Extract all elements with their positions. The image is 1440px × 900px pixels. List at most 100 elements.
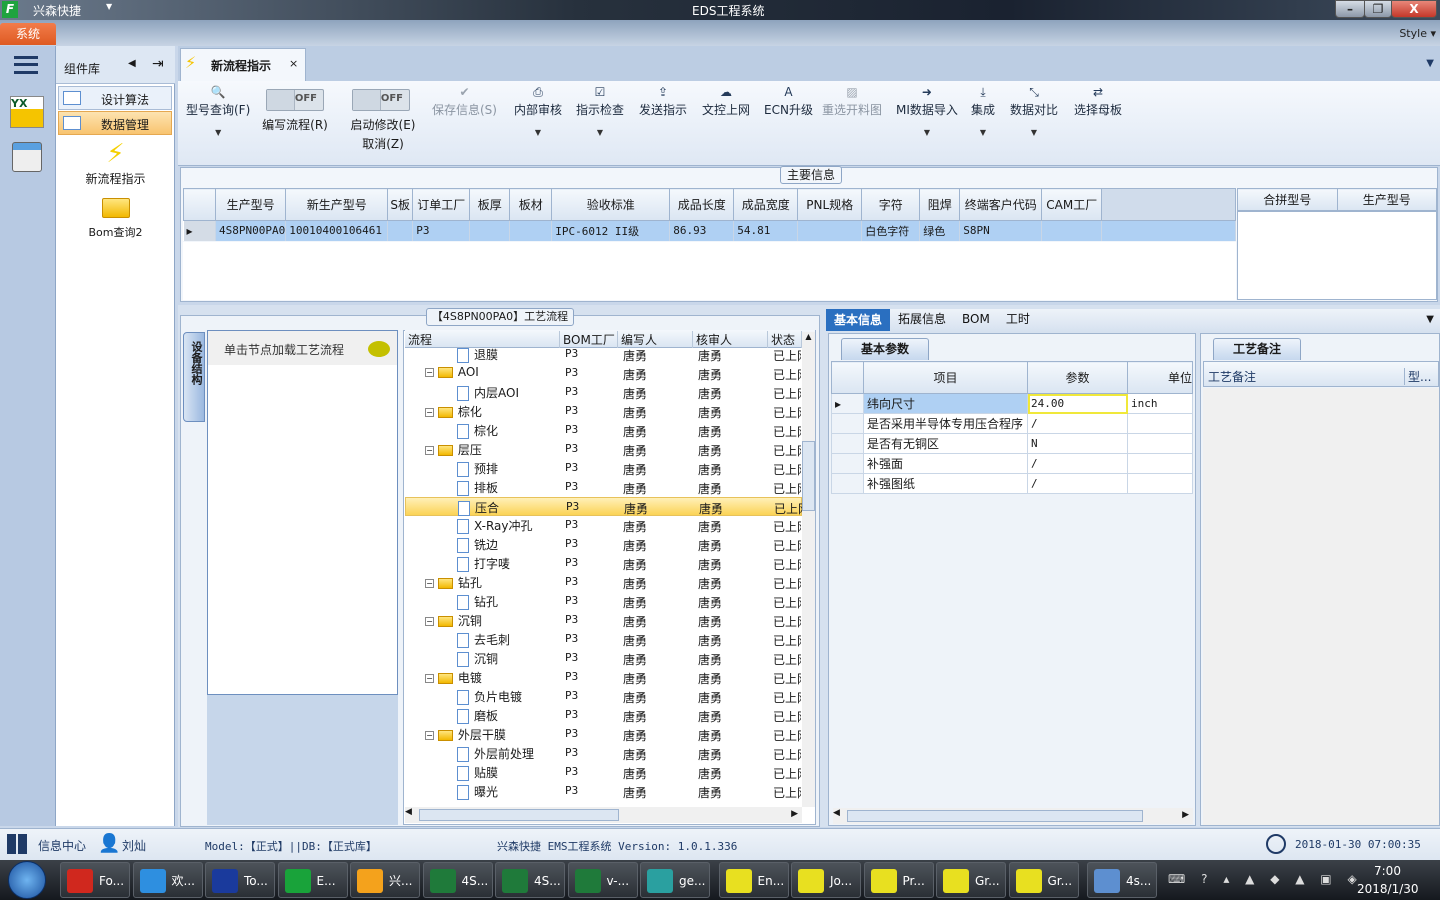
ribbon-button-6[interactable]: A ECN升级 (764, 85, 813, 118)
ribbon-button-11[interactable]: ⇄ 选择母板 (1074, 85, 1122, 118)
collapse-node-icon[interactable]: − (425, 446, 434, 455)
tree-row[interactable]: 曝光 P3 唐勇 唐勇 已上网 (405, 782, 802, 801)
ribbon-button-9[interactable]: ⤓ 集成 ▼ (971, 85, 995, 137)
style-menu[interactable]: Style ▾ (1399, 27, 1436, 40)
dropdown-arrow-icon[interactable]: ▼ (186, 128, 250, 137)
basic-params-tab[interactable]: 基本参数 (841, 338, 929, 360)
toggle-start-modify[interactable]: OFF 启动修改(E) 取消(Z) (348, 89, 418, 152)
side-tab-equipment[interactable]: 设备结构 (183, 332, 205, 422)
tab-close-icon[interactable]: × (289, 57, 298, 70)
process-notes-tab[interactable]: 工艺备注 (1213, 338, 1301, 360)
taskbar-item[interactable]: 欢... (132, 862, 203, 898)
ribbon-button-8[interactable]: ➜ MI数据导入 ▼ (896, 85, 958, 137)
launcher-bom-query[interactable]: Bom查询2 (56, 198, 175, 240)
col-header[interactable]: CAM工厂 (1041, 188, 1103, 221)
col-header[interactable]: 板材 (509, 188, 553, 221)
tree-row[interactable]: 外层前处理 P3 唐勇 唐勇 已上网 (405, 744, 802, 763)
grid-cell[interactable]: P3 (412, 220, 471, 241)
calculator-module-icon[interactable] (12, 142, 42, 172)
param-value[interactable]: / (1027, 413, 1128, 434)
taskbar-item[interactable]: En... (718, 862, 789, 898)
grid-cell[interactable]: 86.93 (669, 220, 735, 241)
param-row[interactable]: 是否有无铜区 N (831, 433, 1193, 454)
minimize-button[interactable]: – (1335, 0, 1365, 18)
clock-date[interactable]: 2018/1/30 (1357, 882, 1419, 896)
taskbar-item[interactable]: 4s... (1087, 862, 1157, 898)
param-value[interactable]: / (1027, 453, 1128, 474)
tree-vertical-scrollbar[interactable]: ▲ (802, 332, 815, 807)
collapse-node-icon[interactable]: − (425, 408, 434, 417)
nav-item-design-algorithm[interactable]: 设计算法 (58, 86, 172, 110)
grid-cell[interactable]: 4S8PN00PA0 (215, 220, 287, 241)
collapse-node-icon[interactable]: − (425, 579, 434, 588)
taskbar-item[interactable]: 4S... (422, 862, 493, 898)
detail-tab-3[interactable]: 工时 (998, 309, 1038, 329)
tree-row[interactable]: 打字唛 P3 唐勇 唐勇 已上网 (405, 554, 802, 573)
taskbar-item[interactable]: Pr... (863, 862, 934, 898)
dropdown-arrow-icon[interactable]: ▼ (896, 128, 958, 137)
taskbar-item[interactable]: E... (277, 862, 348, 898)
system-tray-icons[interactable]: ⌨ ? ▴ ▲ ◆ ▲ ▣ ◈ (1168, 872, 1363, 886)
ribbon-button-4[interactable]: ⇪ 发送指示 (639, 85, 687, 118)
grid-cell[interactable] (469, 220, 511, 241)
pin-icon[interactable]: ⇥ (152, 56, 164, 72)
tree-row[interactable]: 负片电镀 P3 唐勇 唐勇 已上网 (405, 687, 802, 706)
ribbon-button-7[interactable]: ▨ 重选开料图 (822, 85, 882, 118)
col-header[interactable]: 生产型号 (214, 188, 287, 221)
taskbar-item[interactable]: v-... (567, 862, 638, 898)
col-header[interactable]: 板厚 (469, 188, 511, 221)
tree-row[interactable]: 沉铜 P3 唐勇 唐勇 已上网 (405, 649, 802, 668)
ribbon-button-0[interactable]: 🔍 型号查询(F) ▼ (186, 85, 250, 137)
taskbar-item[interactable]: 兴... (350, 862, 420, 898)
taskbar-item[interactable]: Jo... (791, 862, 861, 898)
toggle-write-process[interactable]: OFF 编写流程(R) (262, 89, 332, 133)
col-header[interactable]: S板 (387, 188, 414, 221)
tab-new-process[interactable]: ⚡ 新流程指示 × (180, 48, 306, 81)
tree-row[interactable]: 贴膜 P3 唐勇 唐勇 已上网 (405, 763, 802, 782)
taskbar-item[interactable]: Fo... (60, 862, 130, 898)
dropdown-arrow-icon[interactable]: ▼ (1010, 128, 1058, 137)
tree-row[interactable]: 钻孔 P3 唐勇 唐勇 已上网 (405, 592, 802, 611)
col-header[interactable]: 终端客户代码 (959, 188, 1043, 221)
system-menu-button[interactable]: 系统 (0, 23, 56, 45)
collapse-node-icon[interactable]: − (425, 368, 434, 377)
param-value[interactable]: N (1027, 433, 1128, 454)
param-row[interactable]: 补强面 / (831, 453, 1193, 474)
grid-cell[interactable]: S8PN (959, 220, 1043, 241)
grid-cell[interactable] (1041, 220, 1103, 241)
tree-row[interactable]: 排板 P3 唐勇 唐勇 已上网 (405, 478, 802, 497)
launcher-new-process[interactable]: ⚡ 新流程指示 (56, 138, 175, 187)
restore-button[interactable]: ❐ (1364, 0, 1392, 18)
nav-item-data-management[interactable]: 数据管理 (58, 111, 172, 135)
params-horizontal-scrollbar[interactable]: ◀ ▶ (833, 808, 1193, 824)
detail-tab-0[interactable]: 基本信息 (826, 309, 891, 331)
grid-cell[interactable]: 10010400106461 (285, 220, 389, 241)
grid-cell[interactable]: IPC-6012 II级 (551, 220, 671, 241)
taskbar-item[interactable]: To... (205, 862, 275, 898)
dropdown-arrow-icon[interactable]: ▼ (514, 128, 562, 137)
taskbar-item[interactable]: Gr... (936, 862, 1006, 898)
collapse-node-icon[interactable]: − (425, 617, 434, 626)
col-header[interactable]: 新生产型号 (285, 188, 389, 221)
tree-row[interactable]: X-Ray冲孔 P3 唐勇 唐勇 已上网 (405, 516, 802, 535)
tree-horizontal-scrollbar[interactable]: ◀ ▶ (405, 807, 802, 823)
col-header[interactable]: 成品长度 (669, 188, 735, 221)
grid-cell[interactable]: 绿色 (919, 220, 961, 241)
close-button[interactable]: X (1391, 0, 1437, 18)
clock-time[interactable]: 7:00 (1374, 864, 1401, 878)
col-header[interactable]: 字符 (861, 188, 921, 221)
ribbon-button-3[interactable]: ☑ 指示检查 ▼ (576, 85, 624, 137)
tree-row[interactable]: 去毛刺 P3 唐勇 唐勇 已上网 (405, 630, 802, 649)
tree-row[interactable]: − 沉铜 P3 唐勇 唐勇 已上网 (405, 611, 802, 630)
detail-tab-1[interactable]: 拓展信息 (890, 309, 954, 329)
tree-row[interactable]: 磨板 P3 唐勇 唐勇 已上网 (405, 706, 802, 725)
dropdown-arrow-icon[interactable]: ▼ (971, 128, 995, 137)
ribbon-button-10[interactable]: ⤡ 数据对比 ▼ (1010, 85, 1058, 137)
grid-cell[interactable]: 54.81 (733, 220, 799, 241)
info-center-link[interactable]: 信息中心 (38, 837, 86, 854)
ribbon-button-5[interactable]: ☁ 文控上网 (702, 85, 750, 118)
taskbar-item[interactable]: Gr... (1008, 862, 1079, 898)
start-button[interactable] (8, 861, 46, 899)
grid-cell[interactable] (387, 220, 414, 241)
param-row[interactable]: ▸ 纬向尺寸 24.00 inch (831, 393, 1193, 414)
